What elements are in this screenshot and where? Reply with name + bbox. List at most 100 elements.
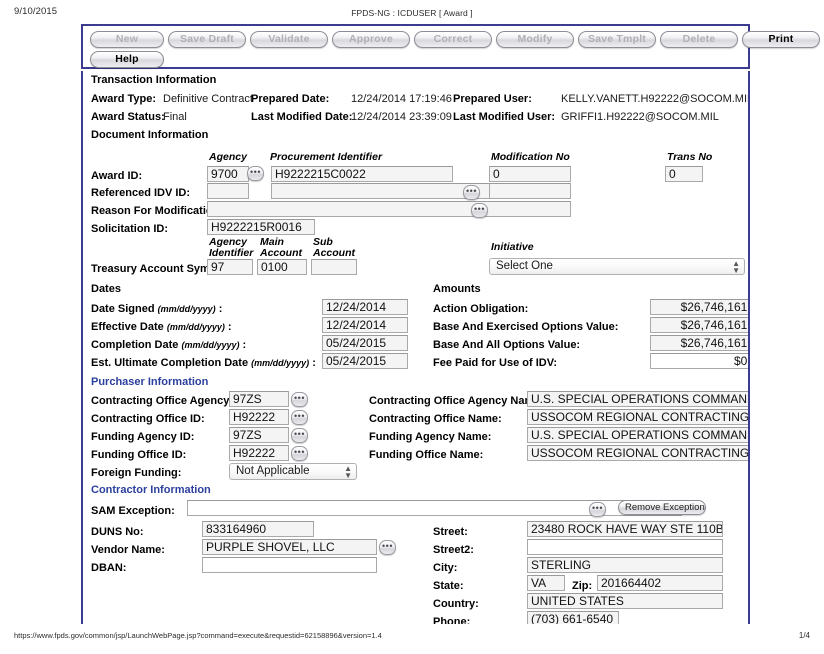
delete-button[interactable]: Delete <box>660 31 738 48</box>
save-draft-button[interactable]: Save Draft <box>168 31 246 48</box>
vendor-name-lookup-icon[interactable]: ••• <box>379 540 396 555</box>
zip-input[interactable]: 201664402 <box>597 575 723 591</box>
award-status-value: Final <box>163 111 187 123</box>
funding-agency-name-input[interactable]: U.S. SPECIAL OPERATIONS COMMAND <box>527 427 750 443</box>
tas-agency-identifier-input[interactable]: 97 <box>207 259 253 275</box>
contracting-office-agency-id-input[interactable]: 97ZS <box>229 391 289 407</box>
date-signed-input[interactable]: 12/24/2014 <box>322 299 408 315</box>
contracting-office-id-lookup-icon[interactable]: ••• <box>291 410 308 425</box>
dates-heading: Dates <box>91 283 121 295</box>
est-ultimate-completion-date-input[interactable]: 05/24/2015 <box>322 353 408 369</box>
reason-for-modification-input[interactable] <box>207 201 571 217</box>
sam-exception-label: SAM Exception: <box>91 505 175 517</box>
street-label: Street: <box>433 526 468 538</box>
funding-agency-id-input[interactable]: 97ZS <box>229 427 289 443</box>
phone-input[interactable]: (703) 661-6540 <box>527 611 619 624</box>
base-and-exercised-options-value-input[interactable]: $26,746,161.68 <box>650 317 750 333</box>
award-id-trans-no-input[interactable]: 0 <box>665 166 703 182</box>
referenced-idv-id-label: Referenced IDV ID: <box>91 187 190 199</box>
street2-input[interactable] <box>527 539 723 555</box>
contracting-office-agency-id-lookup-icon[interactable]: ••• <box>291 392 308 407</box>
modify-button[interactable]: Modify <box>496 31 574 48</box>
award-id-piid-input[interactable]: H9222215C0022 <box>271 166 453 182</box>
sam-exception-input[interactable] <box>187 500 682 516</box>
tas-col-agency-identifier-line2: Identifier <box>209 247 253 259</box>
validate-button[interactable]: Validate <box>250 31 328 48</box>
award-id-agency-input[interactable]: 9700 <box>207 166 249 182</box>
state-label: State: <box>433 580 464 592</box>
last-modified-user-value: GRIFFI1.H92222@SOCOM.MIL <box>561 111 719 123</box>
effective-date-input[interactable]: 12/24/2014 <box>322 317 408 333</box>
remove-exception-button[interactable]: Remove Exception <box>618 500 706 515</box>
action-obligation-input[interactable]: $26,746,161.68 <box>650 299 750 315</box>
new-button[interactable]: New <box>90 31 164 48</box>
sam-exception-lookup-icon[interactable]: ••• <box>589 502 606 517</box>
est-ultimate-completion-date-label: Est. Ultimate Completion Date (mm/dd/yyy… <box>91 357 316 369</box>
phone-label: Phone: <box>433 616 470 624</box>
initiative-selected-value: Select One <box>496 260 553 272</box>
contracting-office-agency-name-input[interactable]: U.S. SPECIAL OPERATIONS COMMAND <box>527 391 750 407</box>
country-input[interactable]: UNITED STATES <box>527 593 723 609</box>
base-and-all-options-value-input[interactable]: $26,746,161.68 <box>650 335 750 351</box>
last-modified-user-label: Last Modified User: <box>453 111 555 123</box>
award-id-agency-lookup-icon[interactable]: ••• <box>247 166 264 181</box>
street-input[interactable]: 23480 ROCK HAVE WAY STE 110B <box>527 521 723 537</box>
col-mod-no-header: Modification No <box>491 151 570 163</box>
contracting-office-name-label: Contracting Office Name: <box>369 413 502 425</box>
approve-button[interactable]: Approve <box>332 31 410 48</box>
prepared-date-value: 12/24/2014 17:19:46 <box>351 93 452 105</box>
solicitation-id-input[interactable]: H9222215R0016 <box>207 219 315 235</box>
duns-no-input[interactable]: 833164960 <box>202 521 314 537</box>
dban-input[interactable] <box>202 557 377 573</box>
tas-sub-account-input[interactable] <box>311 259 357 275</box>
last-modified-date-value: 12/24/2014 23:39:09 <box>351 111 452 123</box>
date-signed-label: Date Signed (mm/dd/yyyy) : <box>91 303 222 315</box>
document-information-heading: Document Information <box>91 129 208 141</box>
state-input[interactable]: VA <box>527 575 565 591</box>
funding-agency-id-label: Funding Agency ID: <box>91 431 194 443</box>
completion-date-input[interactable]: 05/24/2015 <box>322 335 408 351</box>
correct-button[interactable]: Correct <box>414 31 492 48</box>
base-and-exercised-options-value-label: Base And Exercised Options Value: <box>433 321 618 333</box>
footer-page-number: 1/4 <box>799 631 810 640</box>
reason-for-modification-lookup-icon[interactable]: ••• <box>471 203 488 218</box>
foreign-funding-select[interactable]: Not Applicable ▲▼ <box>229 463 357 480</box>
initiative-select[interactable]: Select One ▲▼ <box>489 258 745 275</box>
contracting-office-id-label: Contracting Office ID: <box>91 413 205 425</box>
funding-office-id-input[interactable]: H92222 <box>229 445 289 461</box>
toolbar: New Save Draft Validate Approve Correct … <box>81 24 750 69</box>
funding-office-id-lookup-icon[interactable]: ••• <box>291 446 308 461</box>
completion-date-label: Completion Date (mm/dd/yyyy) : <box>91 339 246 351</box>
vendor-name-input[interactable]: PURPLE SHOVEL, LLC <box>202 539 377 555</box>
funding-agency-id-lookup-icon[interactable]: ••• <box>291 428 308 443</box>
save-tmplt-button[interactable]: Save Tmplt <box>578 31 656 48</box>
referenced-idv-agency-input[interactable] <box>207 183 249 199</box>
contracting-office-agency-name-label: Contracting Office Agency Name: <box>369 395 544 407</box>
contracting-office-name-input[interactable]: USSOCOM REGIONAL CONTRACTING O <box>527 409 750 425</box>
award-status-label: Award Status: <box>91 111 165 123</box>
amounts-heading: Amounts <box>433 283 481 295</box>
fee-paid-for-use-of-idv-input[interactable]: $0.00 <box>650 353 750 369</box>
effective-date-label: Effective Date (mm/dd/yyyy) : <box>91 321 232 333</box>
footer-url: https://www.fpds.gov/common/jsp/LaunchWe… <box>14 631 382 640</box>
city-input[interactable]: STERLING <box>527 557 723 573</box>
referenced-idv-lookup-icon[interactable]: ••• <box>463 185 480 200</box>
reason-for-modification-label: Reason For Modification: <box>91 205 223 217</box>
referenced-idv-mod-no-input[interactable] <box>489 183 571 199</box>
tas-col-main-account-line2: Account <box>260 247 302 259</box>
fee-paid-for-use-of-idv-label: Fee Paid for Use of IDV: <box>433 357 557 369</box>
tas-col-sub-account-line2: Account <box>313 247 355 259</box>
help-button[interactable]: Help <box>90 51 164 68</box>
tas-main-account-input[interactable]: 0100 <box>257 259 307 275</box>
chevron-updown-icon: ▲▼ <box>732 260 740 274</box>
foreign-funding-selected-value: Not Applicable <box>236 465 310 477</box>
award-id-mod-no-input[interactable]: 0 <box>489 166 571 182</box>
dban-label: DBAN: <box>91 562 126 574</box>
action-obligation-label: Action Obligation: <box>433 303 528 315</box>
contracting-office-id-input[interactable]: H92222 <box>229 409 289 425</box>
street2-label: Street2: <box>433 544 474 556</box>
funding-office-name-input[interactable]: USSOCOM REGIONAL CONTRACTING O <box>527 445 750 461</box>
print-button[interactable]: Print <box>742 31 820 48</box>
col-piid-header: Procurement Identifier <box>270 151 382 163</box>
transaction-information-heading: Transaction Information <box>91 74 216 86</box>
